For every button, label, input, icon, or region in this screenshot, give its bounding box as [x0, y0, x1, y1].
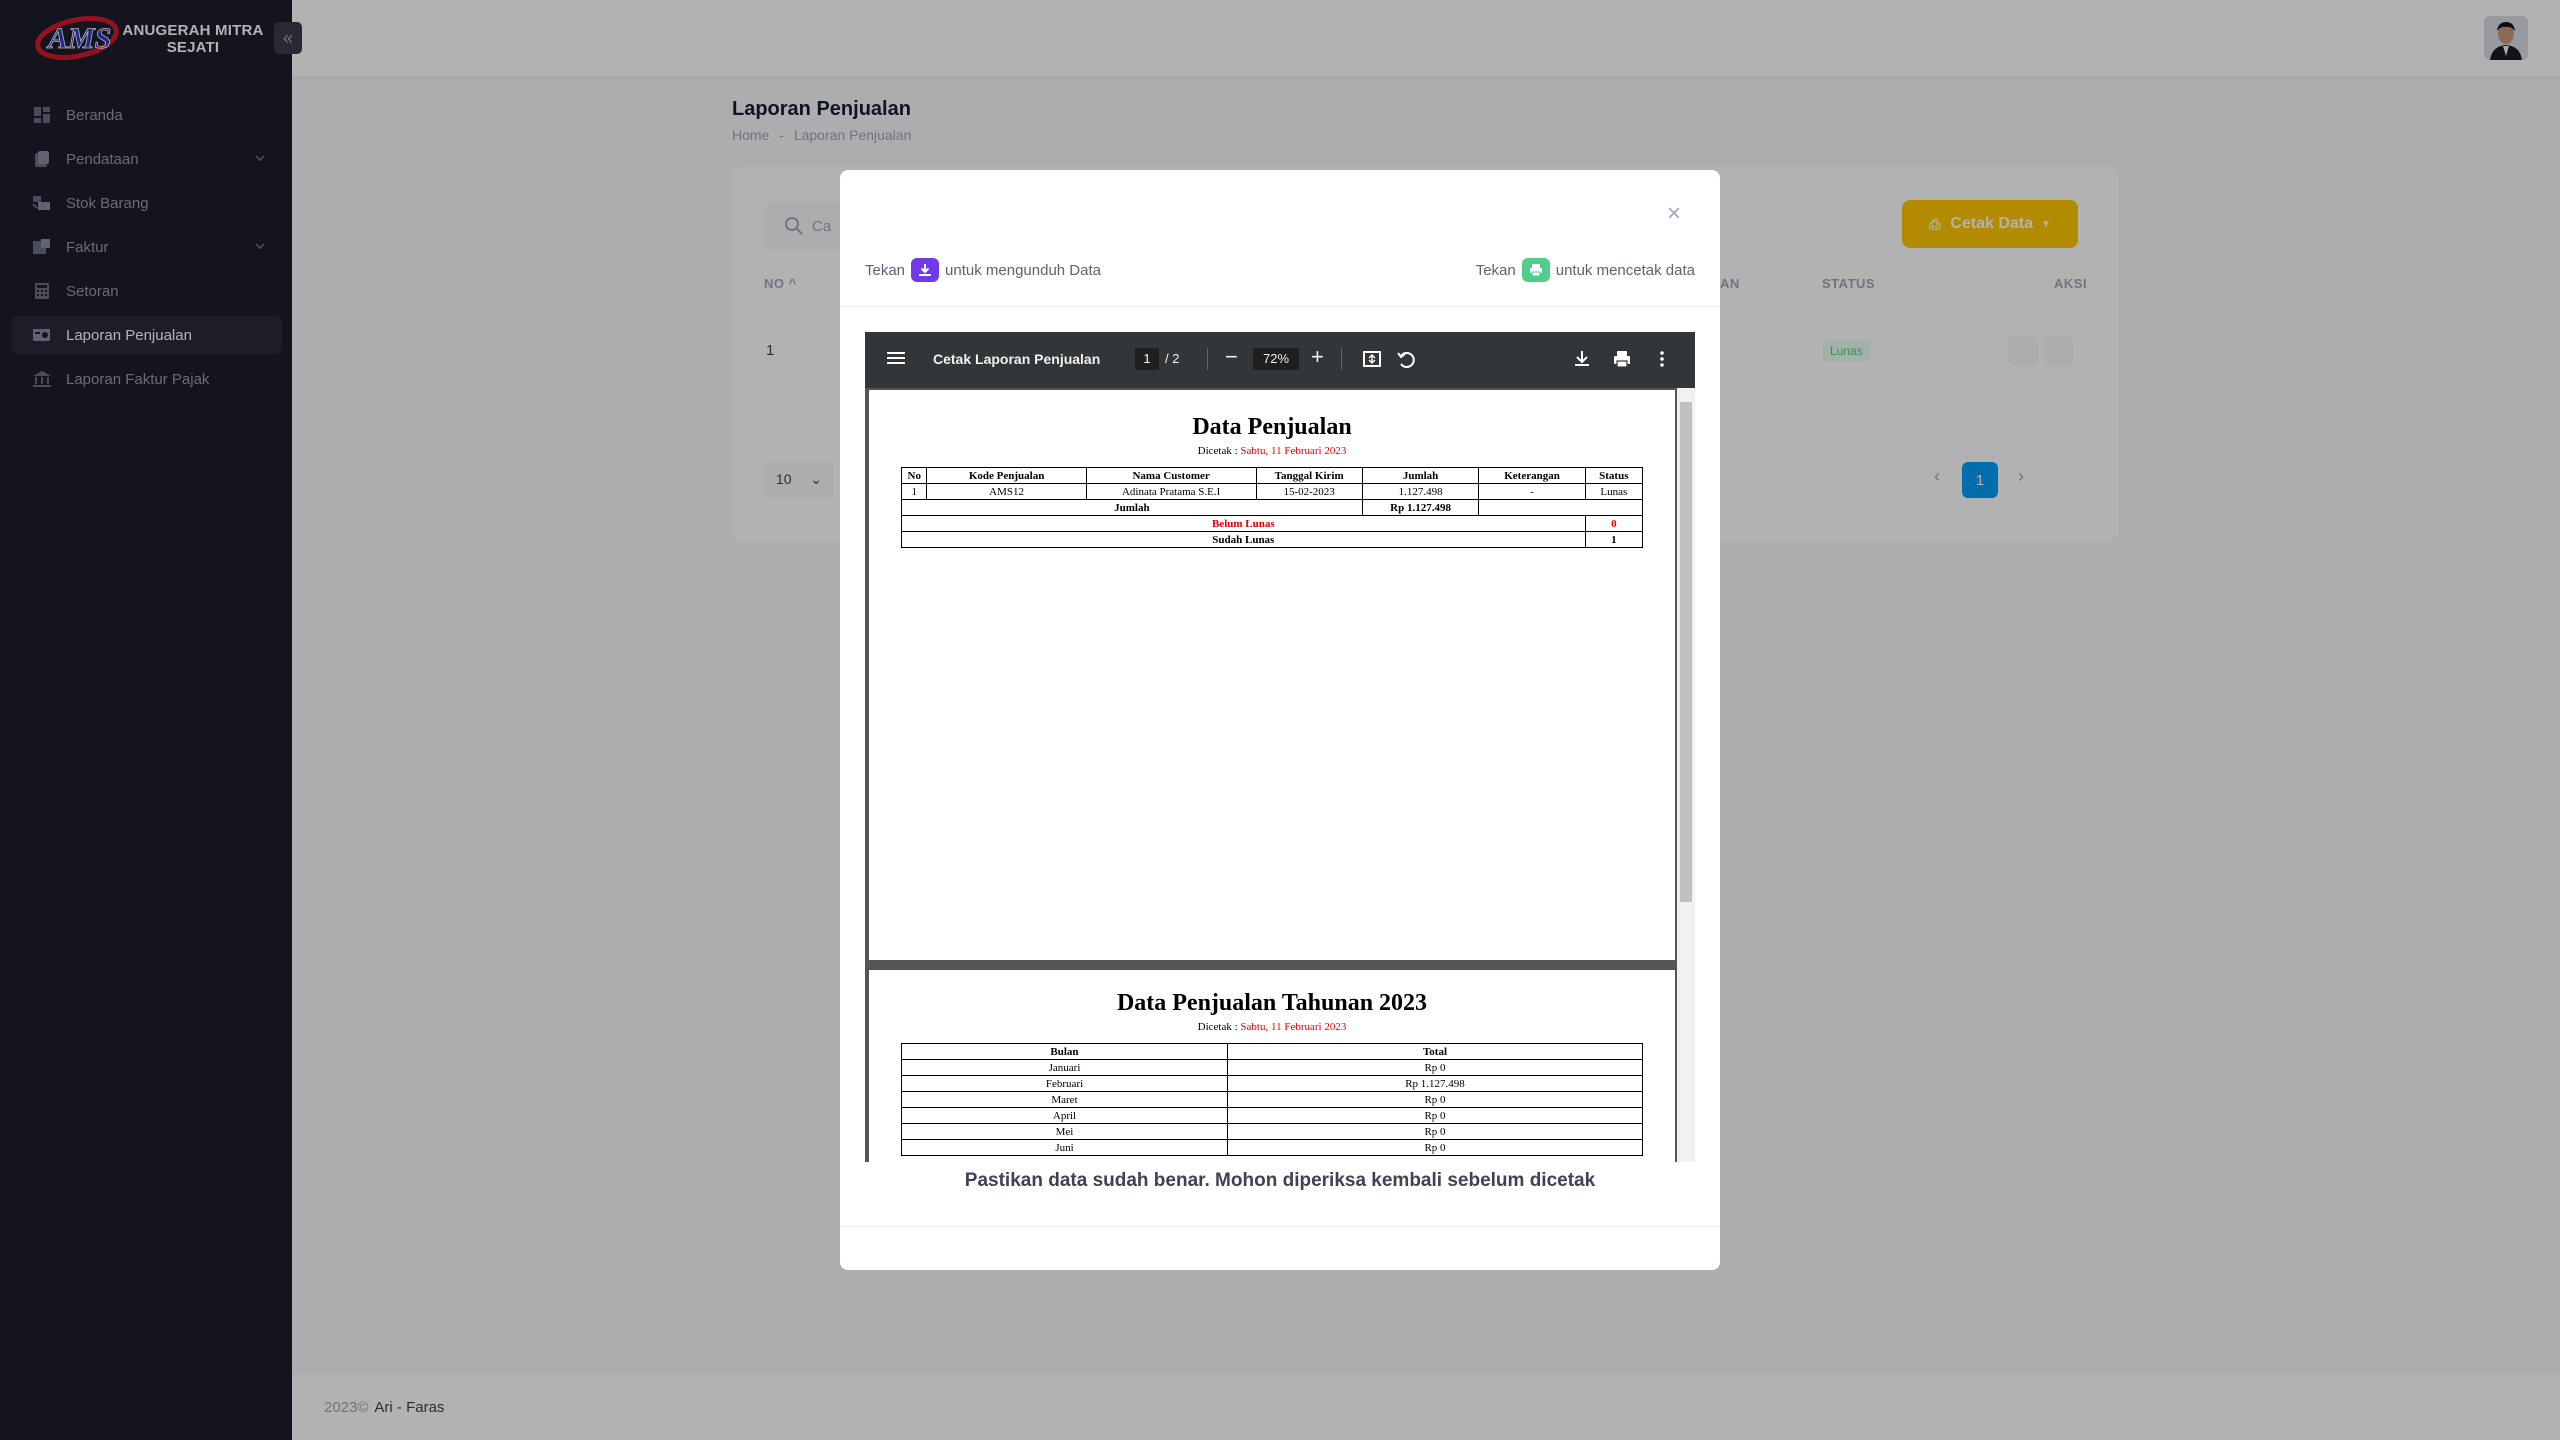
th-keterangan: Keterangan — [1478, 467, 1586, 484]
rotate-icon[interactable] — [1395, 348, 1417, 370]
cell: Rp 1.127.498 — [1227, 1075, 1643, 1092]
belum-lunas-label: Belum Lunas — [901, 515, 1586, 532]
cell: 1 — [900, 483, 928, 500]
cell: Mei — [901, 1123, 1228, 1140]
th-jumlah: Jumlah — [1361, 467, 1480, 484]
zoom-out-button[interactable]: − — [1225, 344, 1238, 370]
cell: Januari — [901, 1059, 1228, 1076]
pdf-viewer[interactable]: Cetak Laporan Penjualan 1 / 2 − 72% + Da… — [865, 332, 1695, 1162]
modal-caption: Pastikan data sudah benar. Mohon diperik… — [964, 1170, 1596, 1191]
cell: Rp 0 — [1227, 1091, 1643, 1108]
cell: April — [901, 1107, 1228, 1124]
th-total: Total — [1227, 1043, 1643, 1060]
th-bulan: Bulan — [901, 1043, 1228, 1060]
doc-title: Data Penjualan Tahunan 2023 — [1116, 990, 1428, 1016]
pdf-title: Cetak Laporan Penjualan — [933, 351, 1101, 367]
table-header-row: No Kode Penjualan Nama Customer Tanggal … — [900, 467, 1644, 484]
table-row: Mei Rp 0 — [901, 1123, 1643, 1140]
download-icon — [911, 258, 940, 282]
printer-icon — [1521, 258, 1550, 282]
table-row: Januari Rp 0 — [901, 1059, 1643, 1076]
download-icon[interactable] — [1571, 348, 1593, 370]
cell: Rp 0 — [1227, 1123, 1643, 1140]
more-options-icon[interactable] — [1651, 348, 1673, 370]
table-row: Februari Rp 1.127.498 — [901, 1075, 1643, 1092]
total-value: Rp 1.127.498 — [1361, 499, 1480, 516]
doc-title: Data Penjualan — [1192, 414, 1352, 440]
pdf-scrollbar-thumb[interactable] — [1680, 402, 1692, 902]
fit-page-icon[interactable] — [1361, 348, 1383, 370]
print-icon[interactable] — [1611, 348, 1633, 370]
cell: 15-02-2023 — [1255, 483, 1363, 500]
pdf-page-2: Data Penjualan Tahunan 2023 Dicetak : Sa… — [869, 970, 1675, 1162]
cell: Rp 0 — [1227, 1107, 1643, 1124]
toolbar-divider — [1207, 348, 1208, 370]
download-hint-prefix: Tekan — [865, 261, 906, 279]
zoom-level[interactable]: 72% — [1253, 348, 1299, 370]
cell: Rp 0 — [1227, 1139, 1643, 1156]
cell: AMS12 — [926, 483, 1087, 500]
pdf-scrollbar[interactable] — [1677, 388, 1695, 1162]
cell: Maret — [901, 1091, 1228, 1108]
sales-table: No Kode Penjualan Nama Customer Tanggal … — [900, 467, 1644, 548]
cell: 1.127.498 — [1361, 483, 1480, 500]
table-row: Juni Rp 0 — [901, 1139, 1643, 1156]
print-hint-prefix: Tekan — [1475, 261, 1516, 279]
cell: Februari — [901, 1075, 1228, 1092]
menu-icon[interactable] — [887, 350, 905, 366]
table-row: April Rp 0 — [901, 1107, 1643, 1124]
th-kode: Kode Penjualan — [926, 467, 1087, 484]
sudah-lunas-value: 1 — [1584, 531, 1644, 548]
th-status: Status — [1584, 467, 1644, 484]
table-row: Maret Rp 0 — [901, 1091, 1643, 1108]
close-icon: × — [1666, 200, 1681, 227]
cell: Rp 0 — [1227, 1059, 1643, 1076]
download-hint-suffix: untuk mengunduh Data — [945, 261, 1101, 279]
belum-lunas-row: Belum Lunas 0 — [901, 515, 1644, 532]
th-no: No — [900, 467, 928, 484]
table-header-row: Bulan Total — [901, 1043, 1643, 1060]
cell: Juni — [901, 1139, 1228, 1156]
dicetak-date: Sabtu, 11 Februari 2023 — [1240, 445, 1347, 457]
pdf-page-total: / 2 — [1165, 351, 1180, 366]
cell: Lunas — [1584, 483, 1644, 500]
pdf-toolbar: Cetak Laporan Penjualan 1 / 2 − 72% + — [865, 332, 1695, 388]
cell — [1478, 499, 1643, 516]
dicetak-label: Dicetak : — [1197, 1021, 1241, 1033]
toolbar-divider — [1341, 348, 1342, 370]
th-tanggal: Tanggal Kirim — [1255, 467, 1363, 484]
print-hint: Tekan untuk mencetak data — [1476, 258, 1695, 282]
belum-lunas-value: 0 — [1584, 515, 1644, 532]
close-modal-button[interactable]: × — [1662, 202, 1686, 226]
dicetak-date: Sabtu, 11 Februari 2023 — [1240, 1021, 1347, 1033]
modal-divider — [840, 1226, 1720, 1227]
table-row: 1 AMS12 Adinata Pratama S.E.I 15-02-2023… — [900, 483, 1644, 500]
doc-print-date: Dicetak : Sabtu, 11 Februari 2023 — [869, 1021, 1675, 1033]
print-hint-suffix: untuk mencetak data — [1555, 261, 1695, 279]
pdf-page-input[interactable]: 1 — [1135, 348, 1159, 370]
download-hint: Tekan untuk mengunduh Data — [865, 258, 1101, 282]
zoom-in-button[interactable]: + — [1311, 344, 1324, 370]
yearly-table: Bulan Total Januari Rp 0 Februari Rp 1.127… — [901, 1043, 1643, 1156]
pdf-page-1: Data Penjualan Dicetak : Sabtu, 11 Febru… — [869, 390, 1675, 960]
total-row: Jumlah Rp 1.127.498 — [901, 499, 1643, 516]
modal-divider — [840, 306, 1720, 307]
doc-print-date: Dicetak : Sabtu, 11 Februari 2023 — [869, 445, 1675, 457]
total-label: Jumlah — [901, 499, 1363, 516]
cell: Adinata Pratama S.E.I — [1085, 483, 1257, 500]
cell: - — [1478, 483, 1586, 500]
sudah-lunas-row: Sudah Lunas 1 — [901, 531, 1644, 548]
th-nama: Nama Customer — [1085, 467, 1257, 484]
print-preview-modal: × Tekan untuk mengunduh Data Tekan untuk… — [840, 170, 1720, 1270]
sudah-lunas-label: Sudah Lunas — [901, 531, 1586, 548]
dicetak-label: Dicetak : — [1197, 445, 1241, 457]
